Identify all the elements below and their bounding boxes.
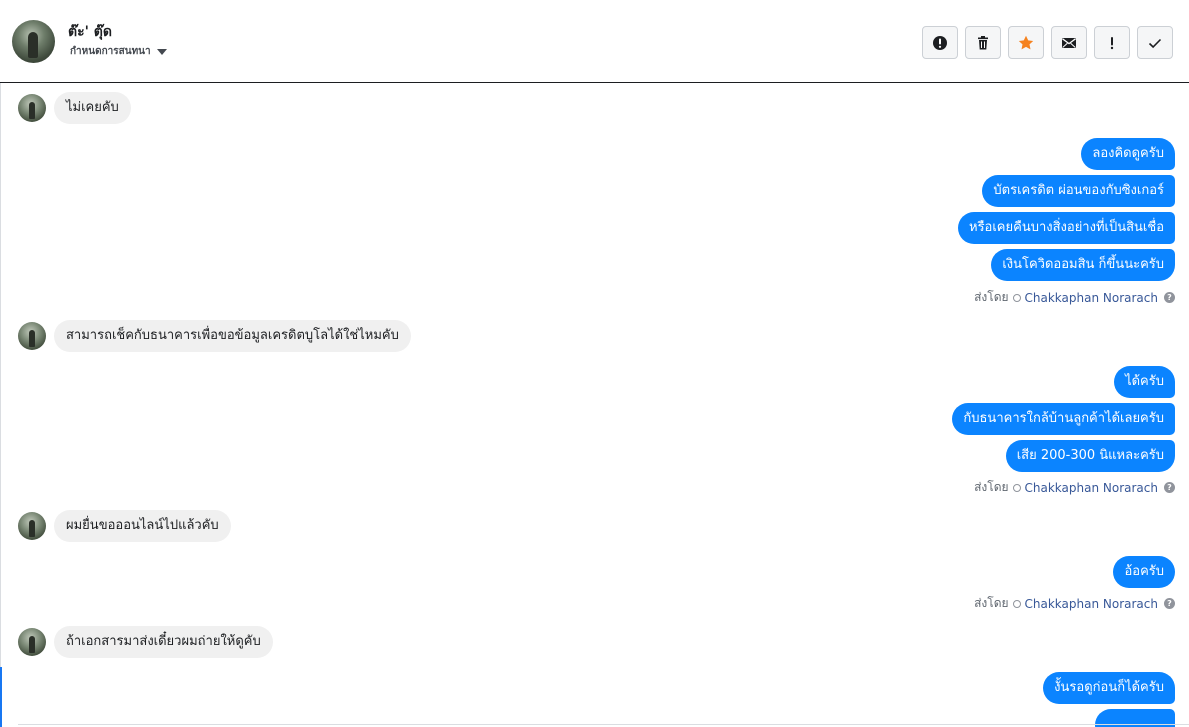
incoming-message-row: ถ้าเอกสารมาส่งเดี๋ยวผมถ่ายให้ดูคับ (18, 626, 273, 658)
star-icon (1018, 35, 1034, 49)
agent-name-link[interactable]: Chakkaphan Norarach (1025, 481, 1158, 495)
outgoing-message[interactable]: งั้นรอดูก่อนก็ได้ครับ (1043, 672, 1175, 704)
sent-by-prefix: ส่งโดย (974, 596, 1009, 610)
contact-avatar-small[interactable] (18, 512, 46, 540)
contact-avatar-small[interactable] (18, 322, 46, 350)
page-role-icon (1012, 293, 1021, 302)
envelope-icon (1062, 37, 1076, 48)
sent-by-line: ส่งโดย Chakkaphan Norarach ? (974, 478, 1175, 497)
contact-avatar-small[interactable] (18, 628, 46, 656)
incoming-message-row: สามารถเช็คกับธนาคารเพื่อขอข้อมูลเครดิตบู… (18, 320, 411, 352)
sent-by-line: ส่งโดย Chakkaphan Norarach ? (974, 594, 1175, 613)
conversation-toolbar (922, 26, 1173, 59)
star-button[interactable] (1008, 26, 1044, 59)
incoming-message[interactable]: ไม่เคยคับ (54, 92, 131, 124)
incoming-message[interactable]: สามารถเช็คกับธนาคารเพื่อขอข้อมูลเครดิตบู… (54, 320, 411, 352)
agent-name-link[interactable]: Chakkaphan Norarach (1025, 291, 1158, 305)
contact-name[interactable]: ต๊ะ' ตุ๊ด (68, 21, 112, 43)
conversation-settings-dropdown[interactable]: กำหนดการสนทนา (70, 44, 167, 59)
delete-button[interactable] (965, 26, 1001, 59)
conversation-header: ต๊ะ' ตุ๊ด กำหนดการสนทนา (0, 0, 1189, 83)
sent-by-prefix: ส่งโดย (974, 290, 1009, 304)
contact-avatar[interactable] (12, 20, 55, 63)
alert-button[interactable] (922, 26, 958, 59)
trash-icon (978, 35, 988, 49)
outgoing-message[interactable]: หรือเคยคืนบางสิ่งอย่างที่เป็นสินเชื่อ (958, 212, 1175, 244)
outgoing-message[interactable]: อ้อครับ (1113, 556, 1175, 588)
sent-by-line: ส่งโดย Chakkaphan Norarach ? (974, 288, 1175, 307)
help-icon[interactable]: ? (1164, 292, 1175, 303)
done-button[interactable] (1137, 26, 1173, 59)
exclamation-icon (1110, 36, 1114, 49)
scroll-indicator (0, 667, 2, 727)
agent-name-link[interactable]: Chakkaphan Norarach (1025, 597, 1158, 611)
mail-button[interactable] (1051, 26, 1087, 59)
outgoing-message[interactable]: เงินโควิดออมสิน ก็ขึ้นนะครับ (991, 249, 1175, 281)
caret-down-icon (156, 49, 167, 55)
outgoing-message[interactable]: ได้ครับ (1114, 366, 1175, 398)
check-icon (1148, 38, 1162, 48)
sent-by-prefix: ส่งโดย (974, 480, 1009, 494)
incoming-message-row: ผมยื่นขอออนไลน์ไปแล้วคับ (18, 510, 231, 542)
outgoing-message[interactable]: ลองคิดดูครับ (1081, 138, 1175, 170)
conversation-settings-label: กำหนดการสนทนา (70, 46, 151, 57)
page-role-icon (1012, 483, 1021, 492)
page-role-icon (1012, 599, 1021, 608)
contact-avatar-small[interactable] (18, 94, 46, 122)
spam-button[interactable] (1094, 26, 1130, 59)
outgoing-message[interactable]: กับธนาคารใกล้บ้านลูกค้าได้เลยครับ (952, 403, 1175, 435)
help-icon[interactable]: ? (1164, 482, 1175, 493)
outgoing-message[interactable]: เสีย 200-300 นิแหละครับ (1005, 440, 1175, 472)
alert-circle-icon (933, 35, 947, 50)
incoming-message[interactable]: ถ้าเอกสารมาส่งเดี๋ยวผมถ่ายให้ดูคับ (54, 626, 273, 658)
help-icon[interactable]: ? (1164, 598, 1175, 609)
composer-divider (18, 724, 1189, 725)
outgoing-message[interactable]: บัตรเครดิต ผ่อนของกับซิงเกอร์ (982, 175, 1175, 207)
incoming-message[interactable]: ผมยื่นขอออนไลน์ไปแล้วคับ (54, 510, 231, 542)
message-thread[interactable]: ไม่เคยคับ ลองคิดดูครับ บัตรเครดิต ผ่อนขอ… (0, 84, 1189, 727)
incoming-message-row: ไม่เคยคับ (18, 92, 131, 124)
